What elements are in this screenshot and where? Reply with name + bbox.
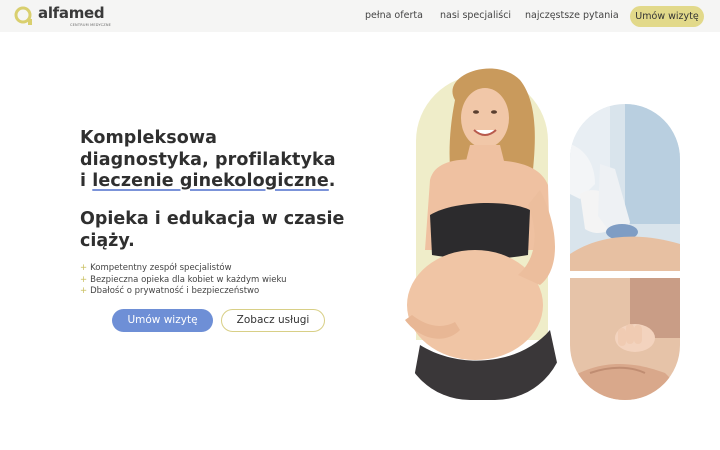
bullet-item: + Dbałość o prywatność i bezpieczeństwo: [80, 286, 260, 296]
nav-link-specialists[interactable]: nasi specjaliści: [440, 0, 511, 32]
plus-icon: +: [80, 274, 88, 285]
hero-heading-line-1: Kompleksowa: [80, 128, 218, 148]
logo-mark-icon: [14, 6, 32, 25]
header-book-visit-button[interactable]: Umów wizytę: [630, 6, 704, 27]
book-visit-button[interactable]: Umów wizytę: [112, 309, 213, 332]
pregnant-woman-photo: [400, 60, 565, 400]
nav-link-offer[interactable]: pełna oferta: [365, 0, 423, 32]
logo-text: alfamed: [38, 4, 105, 22]
hero-bullet-list: + Kompetentny zespół specjalistów + Bezpie…: [80, 263, 340, 298]
hero-heading-line-2: diagnostyka, profilaktyka: [80, 149, 336, 170]
hero-heading-highlight: leczenie ginekologiczne: [92, 171, 329, 191]
hero-heading-line-3-prefix: i: [80, 171, 93, 191]
hero-heading: Kompleksowa diagnostyka, profilaktyka i …: [80, 128, 370, 193]
hero-subheading: Opieka i edukacja w czasie ciąży.: [80, 209, 345, 251]
plus-icon: +: [80, 286, 88, 296]
logo-tagline: CENTRUM MEDYCZNE: [70, 23, 112, 27]
plus-icon: +: [80, 263, 88, 273]
see-services-button[interactable]: Zobacz usługi: [221, 309, 325, 332]
ultrasound-exam-photo: [570, 104, 680, 271]
bullet-item: + Kompetentny zespół specjalistów: [80, 263, 232, 273]
bullet-item: + Bezpieczna opieka dla kobiet w każdym w…: [80, 274, 287, 285]
alfamed-logo[interactable]: alfamed CENTRUM MEDYCZNE: [14, 4, 114, 30]
nav-link-faq[interactable]: najczęstsze pytania: [525, 0, 619, 32]
site-header: alfamed CENTRUM MEDYCZNE pełna oferta na…: [0, 0, 720, 32]
baby-hand-photo: [570, 278, 680, 400]
hero-heading-line-3-suffix: .: [328, 171, 336, 191]
